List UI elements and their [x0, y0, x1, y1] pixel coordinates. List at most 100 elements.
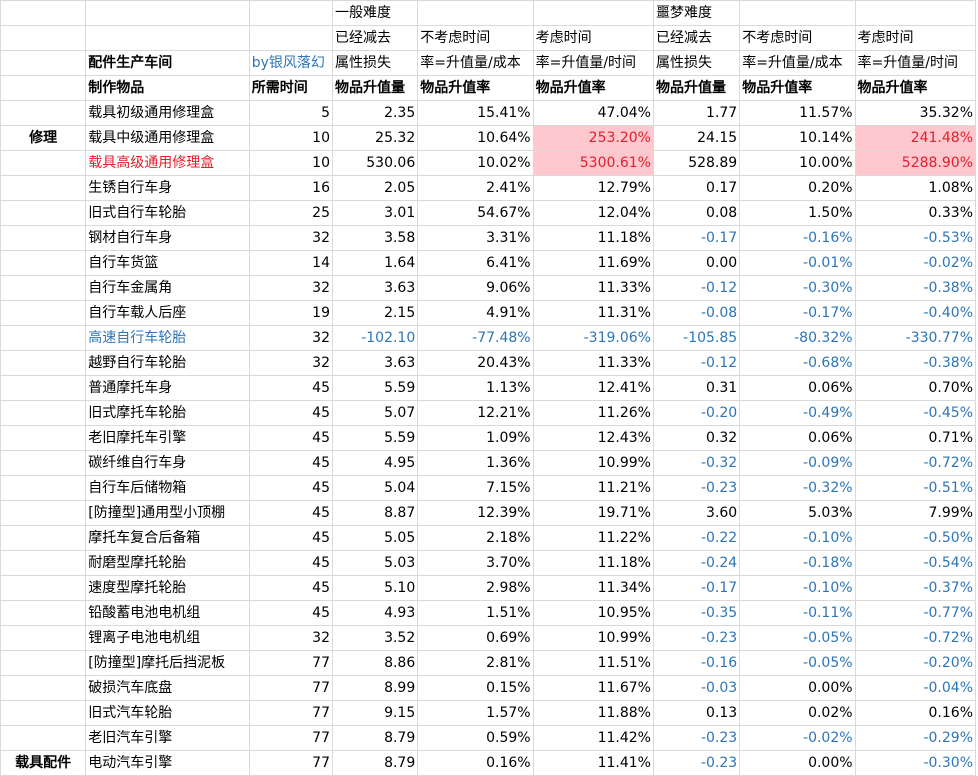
value-cell-n-val[interactable]: 8.99: [331, 675, 419, 701]
value-cell-n-rate[interactable]: 10.64%: [417, 125, 534, 151]
value-cell-n-time[interactable]: 19.71%: [532, 500, 654, 526]
item-name[interactable]: 载具中级通用修理盒: [85, 125, 250, 151]
nightmare-difficulty-label[interactable]: 噩梦难度: [652, 0, 741, 26]
cell[interactable]: [0, 550, 87, 576]
col-header-rate[interactable]: 物品升值率: [417, 75, 534, 101]
col-header-time[interactable]: 所需时间: [248, 75, 334, 101]
header-cell[interactable]: 率=升值量/时间: [532, 50, 654, 76]
item-name[interactable]: 钢材自行车身: [85, 225, 250, 251]
col-header-value[interactable]: 物品升值量: [652, 75, 741, 101]
value-cell-m-time[interactable]: -0.37%: [854, 575, 977, 601]
item-name[interactable]: 载具初级通用修理盒: [85, 100, 250, 126]
item-name[interactable]: 旧式摩托车轮胎: [85, 400, 250, 426]
value-cell-m-time[interactable]: -330.77%: [854, 325, 977, 351]
value-cell-m-val[interactable]: -0.24: [652, 550, 741, 576]
value-cell-n-time[interactable]: 12.79%: [532, 175, 654, 201]
value-cell-n-time[interactable]: 11.21%: [532, 475, 654, 501]
item-name[interactable]: 普通摩托车身: [85, 375, 250, 401]
value-cell-m-rate[interactable]: -0.01%: [739, 250, 856, 276]
value-cell-n-val[interactable]: 2.35: [331, 100, 419, 126]
item-name[interactable]: 破损汽车底盘: [85, 675, 250, 701]
cell[interactable]: [0, 150, 87, 176]
value-cell-n-rate[interactable]: 12.21%: [417, 400, 534, 426]
cell[interactable]: [0, 175, 87, 201]
value-cell-m-val[interactable]: 0.31: [652, 375, 741, 401]
cell[interactable]: [0, 600, 87, 626]
item-name[interactable]: [防撞型]通用型小顶棚: [85, 500, 250, 526]
value-cell-m-val[interactable]: 528.89: [652, 150, 741, 176]
header-cell[interactable]: 不考虑时间: [739, 25, 856, 51]
value-cell-n-rate[interactable]: 54.67%: [417, 200, 534, 226]
value-cell-m-rate[interactable]: 10.14%: [739, 125, 856, 151]
value-cell-n-val[interactable]: 4.93: [331, 600, 419, 626]
item-name[interactable]: 锂离子电池电机组: [85, 625, 250, 651]
item-name[interactable]: 耐磨型摩托轮胎: [85, 550, 250, 576]
value-cell-m-rate[interactable]: -0.05%: [739, 650, 856, 676]
value-cell-time[interactable]: 10: [248, 125, 334, 151]
value-cell-m-val[interactable]: 3.60: [652, 500, 741, 526]
value-cell-m-val[interactable]: -0.16: [652, 650, 741, 676]
value-cell-m-time[interactable]: -0.20%: [854, 650, 977, 676]
item-name[interactable]: 载具高级通用修理盒: [85, 150, 250, 176]
value-cell-time[interactable]: 10: [248, 150, 334, 176]
value-cell-n-time[interactable]: 11.51%: [532, 650, 654, 676]
value-cell-n-time[interactable]: 11.26%: [532, 400, 654, 426]
cell[interactable]: [0, 625, 87, 651]
cell[interactable]: [0, 75, 87, 101]
value-cell-m-time[interactable]: 1.08%: [854, 175, 977, 201]
cell[interactable]: [0, 500, 87, 526]
value-cell-n-time[interactable]: 11.42%: [532, 725, 654, 751]
value-cell-time[interactable]: 45: [248, 575, 334, 601]
value-cell-n-rate[interactable]: 2.81%: [417, 650, 534, 676]
item-name[interactable]: 老旧摩托车引擎: [85, 425, 250, 451]
header-cell[interactable]: 属性损失: [331, 50, 419, 76]
value-cell-n-val[interactable]: -102.10: [331, 325, 419, 351]
value-cell-n-time[interactable]: 11.33%: [532, 350, 654, 376]
value-cell-time[interactable]: 77: [248, 650, 334, 676]
value-cell-m-time[interactable]: -0.38%: [854, 275, 977, 301]
cell[interactable]: [0, 25, 87, 51]
value-cell-m-val[interactable]: -0.23: [652, 750, 741, 776]
value-cell-time[interactable]: 19: [248, 300, 334, 326]
value-cell-n-val[interactable]: 3.52: [331, 625, 419, 651]
value-cell-n-time[interactable]: 10.99%: [532, 625, 654, 651]
item-name[interactable]: 自行车载人后座: [85, 300, 250, 326]
value-cell-n-time[interactable]: 11.41%: [532, 750, 654, 776]
value-cell-n-time[interactable]: 10.95%: [532, 600, 654, 626]
value-cell-n-rate[interactable]: 4.91%: [417, 300, 534, 326]
value-cell-n-time[interactable]: -319.06%: [532, 325, 654, 351]
cell[interactable]: [0, 200, 87, 226]
value-cell-n-val[interactable]: 1.64: [331, 250, 419, 276]
value-cell-m-time[interactable]: 0.16%: [854, 700, 977, 726]
value-cell-m-rate[interactable]: 0.02%: [739, 700, 856, 726]
item-name[interactable]: 生锈自行车身: [85, 175, 250, 201]
value-cell-m-time[interactable]: -0.45%: [854, 400, 977, 426]
value-cell-m-val[interactable]: -0.20: [652, 400, 741, 426]
value-cell-m-val[interactable]: -0.12: [652, 275, 741, 301]
value-cell-m-rate[interactable]: -0.68%: [739, 350, 856, 376]
header-cell[interactable]: 已经减去: [652, 25, 741, 51]
value-cell-time[interactable]: 45: [248, 500, 334, 526]
workshop-title[interactable]: 配件生产车间: [85, 50, 250, 76]
value-cell-m-val[interactable]: 0.08: [652, 200, 741, 226]
cell[interactable]: [0, 325, 87, 351]
value-cell-n-rate[interactable]: 10.02%: [417, 150, 534, 176]
value-cell-m-val[interactable]: -0.17: [652, 225, 741, 251]
header-cell[interactable]: 属性损失: [652, 50, 741, 76]
value-cell-m-rate[interactable]: -0.11%: [739, 600, 856, 626]
item-name[interactable]: 速度型摩托轮胎: [85, 575, 250, 601]
value-cell-n-time[interactable]: 12.04%: [532, 200, 654, 226]
cell[interactable]: [0, 475, 87, 501]
value-cell-n-time[interactable]: 11.31%: [532, 300, 654, 326]
value-cell-m-rate[interactable]: -0.10%: [739, 575, 856, 601]
category-label[interactable]: 载具配件: [0, 750, 87, 776]
cell[interactable]: [0, 0, 87, 26]
item-name[interactable]: 自行车后储物箱: [85, 475, 250, 501]
value-cell-n-val[interactable]: 5.59: [331, 425, 419, 451]
value-cell-n-time[interactable]: 11.22%: [532, 525, 654, 551]
item-name[interactable]: 摩托车复合后备箱: [85, 525, 250, 551]
col-header-rate-time[interactable]: 物品升值率: [532, 75, 654, 101]
cell[interactable]: [532, 0, 654, 26]
value-cell-m-time[interactable]: -0.02%: [854, 250, 977, 276]
value-cell-n-rate[interactable]: 0.16%: [417, 750, 534, 776]
